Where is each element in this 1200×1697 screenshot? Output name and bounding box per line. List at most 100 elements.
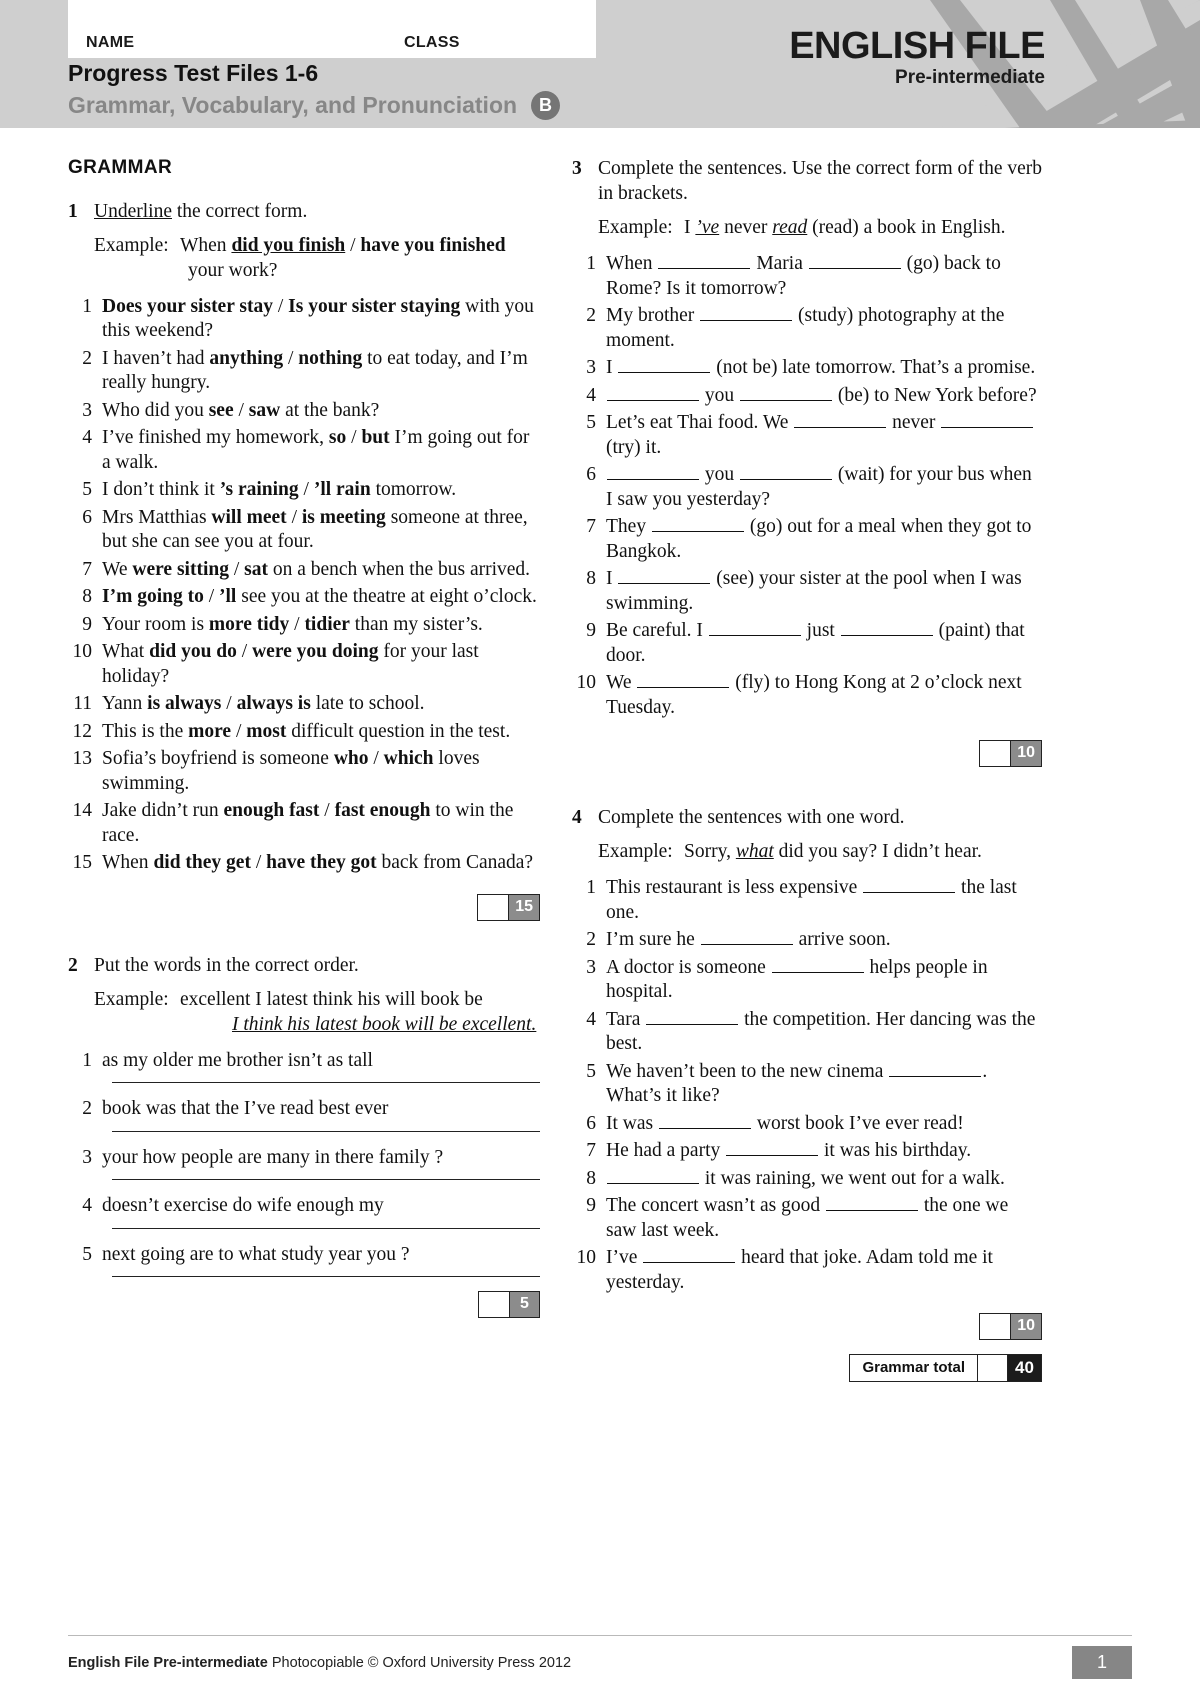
option-a[interactable]: who <box>334 748 369 769</box>
answer-write-line[interactable] <box>112 1276 540 1277</box>
score-input-cell[interactable] <box>478 894 509 920</box>
answer-blank[interactable] <box>708 621 801 636</box>
exercise-4-score-row: 10 <box>572 1313 1042 1340</box>
list-item: 7 They (go) out for a meal when they got … <box>572 515 1042 564</box>
list-item[interactable]: 3 Who did you see / saw at the bank? <box>68 399 540 424</box>
option-a[interactable]: so <box>329 427 346 448</box>
answer-write-line[interactable] <box>112 1130 540 1132</box>
answer-blank[interactable] <box>740 465 832 480</box>
option-b[interactable]: most <box>246 721 286 742</box>
option-a[interactable]: more <box>188 721 231 742</box>
answer-blank[interactable] <box>607 465 699 480</box>
answer-write-line[interactable] <box>112 1179 540 1180</box>
page-footer: English File Pre-intermediate Photocopia… <box>0 1635 1200 1697</box>
exercise-1-header: 1 Underline the correct form. <box>68 199 540 224</box>
score-input-cell[interactable] <box>980 1314 1011 1339</box>
answer-blank[interactable] <box>618 358 711 373</box>
answer-blank[interactable] <box>863 878 956 893</box>
option-b[interactable]: tidier <box>304 614 349 635</box>
exercise-3-score-box[interactable]: 10 <box>979 740 1042 767</box>
option-a[interactable]: more tidy <box>209 614 289 635</box>
answer-blank[interactable] <box>637 673 730 688</box>
score-input-cell[interactable] <box>980 741 1011 766</box>
exercise-4-score-box[interactable]: 10 <box>979 1313 1042 1340</box>
option-a[interactable]: Does your sister stay <box>102 296 273 317</box>
exercise-3-instruction: Complete the sentences. Use the correct … <box>598 158 1042 204</box>
answer-blank[interactable] <box>840 621 933 636</box>
item-text-fragment: it was raining, we went out for a walk. <box>700 1167 1005 1189</box>
answer-blank[interactable] <box>889 1062 982 1077</box>
answer-blank[interactable] <box>941 413 1034 428</box>
list-item[interactable]: 7 We were sitting / sat on a bench when t… <box>68 558 540 583</box>
answer-blank[interactable] <box>794 413 887 428</box>
answer-blank[interactable] <box>700 306 793 321</box>
option-b[interactable]: but <box>361 427 389 448</box>
answer-blank[interactable] <box>771 958 864 973</box>
item-prefix: Who did you <box>102 399 209 421</box>
answer-write-line[interactable] <box>112 1227 540 1229</box>
option-a[interactable]: did you do <box>149 641 237 662</box>
item-prefix: What <box>102 641 150 662</box>
option-b[interactable]: fast enough <box>335 800 431 821</box>
list-item[interactable]: 9 Your room is more tidy / tidier than my… <box>68 613 540 638</box>
answer-blank[interactable] <box>825 1196 918 1211</box>
answer-blank[interactable] <box>607 1169 699 1184</box>
score-input-cell[interactable] <box>479 1292 509 1317</box>
answer-blank[interactable] <box>607 386 699 401</box>
option-a[interactable]: is always <box>147 693 221 714</box>
answer-blank[interactable] <box>618 569 711 584</box>
answer-blank[interactable] <box>643 1248 736 1263</box>
list-item[interactable]: 8 I’m going to / ’ll see you at the theat… <box>68 585 540 610</box>
answer-blank[interactable] <box>646 1010 739 1025</box>
list-item[interactable]: 1 Does your sister stay / Is your sister … <box>68 295 540 344</box>
list-item[interactable]: 4 I’ve finished my homework, so / but I’m… <box>68 426 540 475</box>
answer-blank[interactable] <box>658 254 751 269</box>
option-b[interactable]: ’ll <box>219 586 236 607</box>
option-a[interactable]: will meet <box>211 507 286 528</box>
exercise-1-instruction: Underline the correct form. <box>94 199 540 224</box>
item-number: 8 <box>586 568 596 589</box>
option-b[interactable]: ’ll rain <box>314 479 371 500</box>
list-item[interactable]: 13 Sofia’s boyfriend is someone who / whi… <box>68 747 540 796</box>
option-a[interactable]: I’m going to <box>102 586 204 607</box>
list-item[interactable]: 10 What did you do / were you doing for y… <box>68 640 540 689</box>
answer-write-line[interactable] <box>112 1082 540 1083</box>
list-item[interactable]: 5 I don’t think it ’s raining / ’ll rain … <box>68 478 540 503</box>
exercise-2-score-box[interactable]: 5 <box>478 1291 540 1318</box>
answer-blank[interactable] <box>659 1114 751 1129</box>
exercise-1-score-box[interactable]: 15 <box>477 893 540 921</box>
list-item[interactable]: 12 This is the more / most difficult ques… <box>68 720 540 745</box>
option-b[interactable]: saw <box>249 400 280 421</box>
item-number: 1 <box>586 253 596 274</box>
option-a[interactable]: anything <box>209 348 283 369</box>
option-a[interactable]: were sitting <box>132 559 229 580</box>
answer-blank[interactable] <box>740 386 832 401</box>
option-a[interactable]: see <box>209 400 234 421</box>
option-b[interactable]: always is <box>237 693 311 714</box>
grammar-total-box[interactable]: Grammar total 40 <box>849 1354 1042 1382</box>
answer-blank[interactable] <box>651 517 744 532</box>
list-item[interactable]: 6 Mrs Matthias will meet / is meeting som… <box>68 506 540 555</box>
option-b[interactable]: which <box>384 748 434 769</box>
list-item: 4 Tara the competition. Her dancing was t… <box>572 1008 1042 1057</box>
option-a[interactable]: enough fast <box>224 800 320 821</box>
list-item[interactable]: 15 When did they get / have they got back… <box>68 851 540 876</box>
item-text: He had a party it was his birthday. <box>606 1139 1042 1164</box>
answer-blank[interactable] <box>700 930 793 945</box>
option-a[interactable]: ’s raining <box>220 479 299 500</box>
option-b[interactable]: nothing <box>298 348 362 369</box>
option-b[interactable]: Is your sister staying <box>288 296 460 317</box>
option-b[interactable]: have they got <box>266 852 377 873</box>
answer-blank[interactable] <box>808 254 901 269</box>
list-item[interactable]: 2 I haven’t had anything / nothing to eat… <box>68 347 540 396</box>
option-a[interactable]: did they get <box>153 852 251 873</box>
grammar-total-input-cell[interactable] <box>977 1355 1007 1381</box>
answer-blank[interactable] <box>726 1141 819 1156</box>
option-separator: / <box>221 693 237 714</box>
item-text: I’ve finished my homework, so / but I’m … <box>102 426 540 475</box>
option-b[interactable]: sat <box>244 559 268 580</box>
list-item[interactable]: 14 Jake didn’t run enough fast / fast eno… <box>68 799 540 848</box>
option-b[interactable]: is meeting <box>302 507 386 528</box>
list-item[interactable]: 11 Yann is always / always is late to sch… <box>68 692 540 717</box>
option-b[interactable]: were you doing <box>252 641 378 662</box>
